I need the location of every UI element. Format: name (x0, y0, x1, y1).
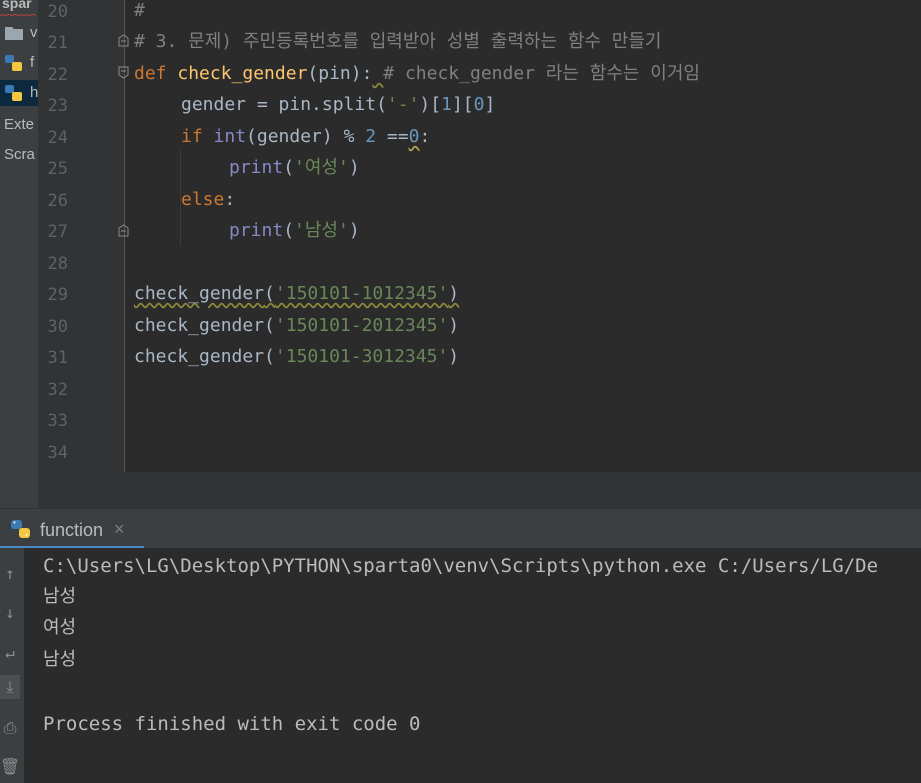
fold-marker-icon[interactable] (118, 224, 129, 237)
trash-icon[interactable]: 🗑 (0, 754, 20, 778)
line-number: 20 (47, 2, 68, 22)
close-icon[interactable]: × (114, 519, 125, 540)
console-line-output: 남성 (43, 586, 77, 607)
line-number: 27 (47, 222, 68, 242)
line-number: 26 (47, 191, 68, 211)
line-number: 24 (47, 128, 68, 148)
code-line-21[interactable]: # 3. 문제) 주민등록번호를 입력받아 성별 출력하는 함수 만들기 (134, 31, 661, 53)
ide-window: spar v f h Exte Scra 20 21 22 23 24 25 2… (0, 0, 921, 783)
fold-marker-icon[interactable] (118, 34, 129, 47)
console-line-output: 여성 (43, 617, 77, 638)
code-line-20[interactable]: # (134, 0, 145, 22)
run-tab-label: function (40, 520, 104, 540)
sidebar-item-file-f[interactable]: f (0, 50, 38, 76)
fold-marker-icon[interactable] (118, 66, 129, 79)
folder-icon (5, 27, 23, 40)
python-run-icon (11, 520, 30, 538)
line-number: 25 (47, 159, 68, 179)
run-console[interactable] (24, 548, 921, 783)
python-file-icon (5, 85, 22, 101)
scroll-to-end-icon[interactable]: ⤓ (0, 675, 20, 699)
run-toolbar: ↑ ↓ ↵ ⤓ ⎙ 🗑 (0, 548, 24, 783)
sidebar-item-scratches[interactable]: Scra (0, 142, 38, 168)
line-number: 31 (47, 348, 68, 368)
project-name[interactable]: spar (2, 0, 32, 11)
code-line-27[interactable]: print('남성') (229, 220, 360, 242)
arrow-up-icon[interactable]: ↑ (0, 561, 20, 585)
code-line-22[interactable]: def check_gender(pin): # check_gender 라는… (134, 63, 700, 85)
line-number: 22 (47, 65, 68, 85)
python-file-icon (5, 55, 22, 71)
line-number: 21 (47, 33, 68, 53)
console-line-output: 남성 (43, 649, 77, 670)
code-line-24[interactable]: if int(gender) % 2 ==0: (181, 126, 430, 148)
line-number: 34 (47, 443, 68, 463)
run-tool-window-header: function × (0, 508, 921, 549)
code-line-29[interactable]: check_gender('150101-1012345') (134, 283, 459, 305)
soft-wrap-icon[interactable]: ↵ (0, 640, 20, 664)
line-number: 33 (47, 411, 68, 431)
line-number: 32 (47, 380, 68, 400)
code-line-23[interactable]: gender = pin.split('-')[1][0] (181, 94, 495, 116)
sidebar-item-file-h[interactable]: h (0, 80, 38, 106)
error-squiggle-icon (0, 14, 37, 17)
console-line-exit-status: Process finished with exit code 0 (43, 713, 421, 735)
line-number: 29 (47, 285, 68, 305)
line-number: 23 (47, 96, 68, 116)
line-number: 28 (47, 254, 68, 274)
code-line-31[interactable]: check_gender('150101-3012345') (134, 346, 459, 368)
editor-horizontal-scrollbar[interactable] (38, 472, 921, 508)
project-sidebar: spar v f h Exte Scra (0, 0, 38, 508)
tab-run-function[interactable]: function × (0, 509, 144, 549)
arrow-down-icon[interactable]: ↓ (0, 600, 20, 624)
console-line-command: C:\Users\LG\Desktop\PYTHON\sparta0\venv\… (43, 555, 879, 577)
code-line-26[interactable]: else: (181, 189, 235, 211)
code-line-30[interactable]: check_gender('150101-2012345') (134, 315, 459, 337)
line-number: 30 (47, 317, 68, 337)
code-line-25[interactable]: print('여성') (229, 157, 360, 179)
sidebar-item-external-libraries[interactable]: Exte (0, 112, 38, 138)
sidebar-item-venv[interactable]: v (0, 20, 38, 46)
print-icon[interactable]: ⎙ (0, 716, 20, 740)
